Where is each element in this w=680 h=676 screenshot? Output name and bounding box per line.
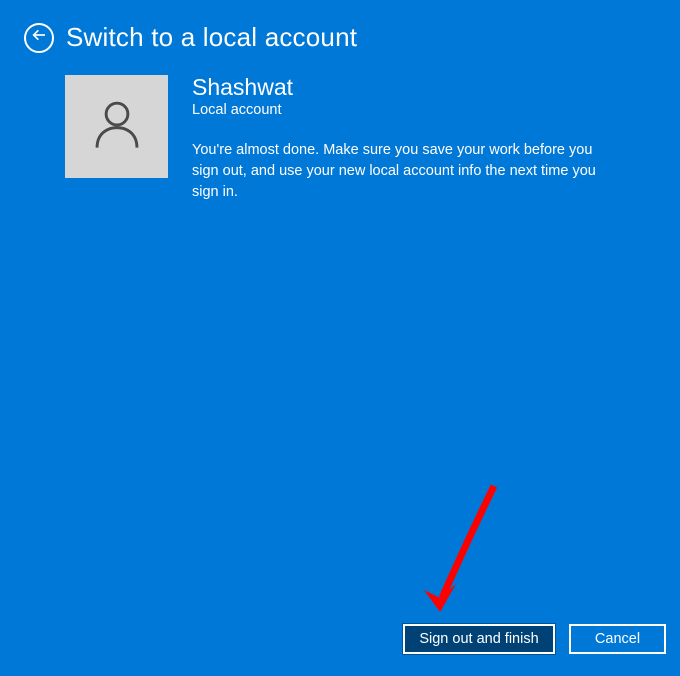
- header: Switch to a local account: [0, 0, 680, 53]
- back-button[interactable]: [24, 23, 54, 53]
- description-text: You're almost done. Make sure you save y…: [192, 140, 622, 203]
- account-type-label: Local account: [192, 102, 622, 118]
- user-name: Shashwat: [192, 75, 622, 100]
- annotation-arrow-icon: [422, 480, 512, 620]
- page-title: Switch to a local account: [66, 22, 357, 53]
- cancel-button[interactable]: Cancel: [569, 624, 666, 654]
- user-icon: [88, 95, 146, 158]
- footer-buttons: Sign out and finish Cancel: [403, 624, 666, 654]
- user-info: Shashwat Local account You're almost don…: [192, 75, 622, 203]
- sign-out-and-finish-button[interactable]: Sign out and finish: [403, 624, 555, 654]
- content-area: Shashwat Local account You're almost don…: [0, 53, 680, 203]
- arrow-left-icon: [31, 27, 47, 48]
- avatar: [65, 75, 168, 178]
